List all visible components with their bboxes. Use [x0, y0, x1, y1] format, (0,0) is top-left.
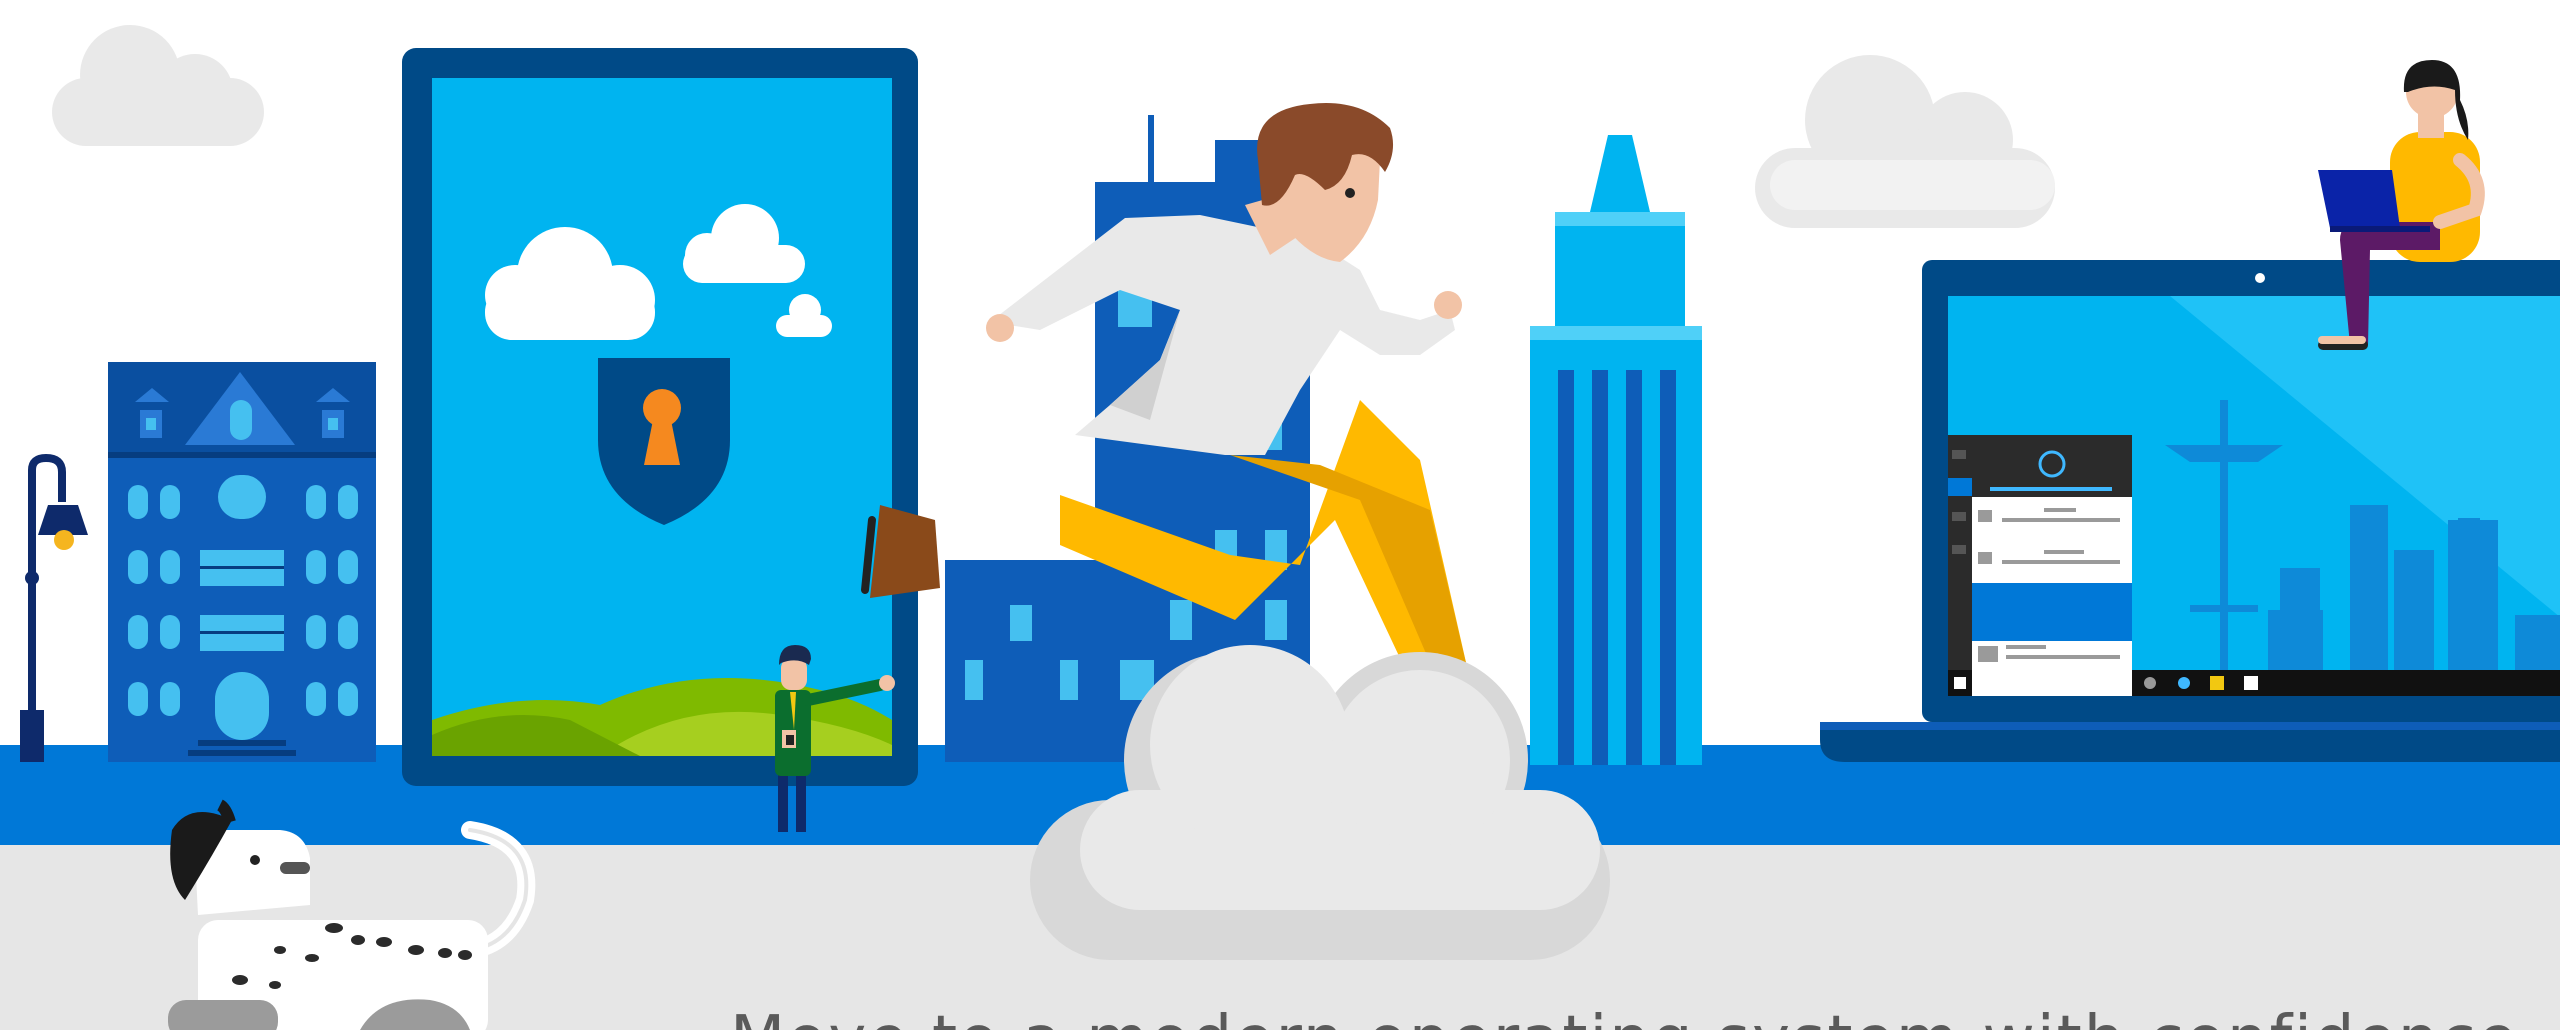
- spire-tower: [1530, 135, 1702, 765]
- hero-caption: Move to a modern operating system with c…: [730, 1008, 2517, 1030]
- tablet-with-lock-shield: [402, 48, 918, 786]
- blue-townhouse: [108, 362, 376, 762]
- laptop-with-start-menu: [1820, 260, 2560, 762]
- windows-start-icon: [1954, 677, 1966, 689]
- hero-illustration: Move to a modern operating system with c…: [0, 0, 2560, 1030]
